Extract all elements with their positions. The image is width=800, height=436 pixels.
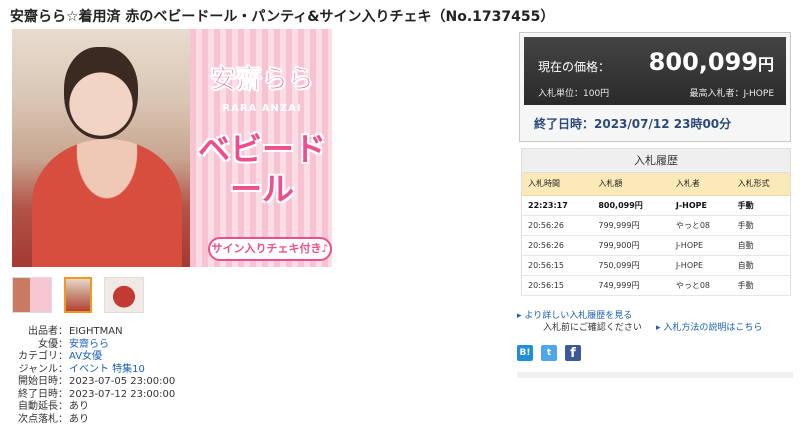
bidder: やっと08	[669, 275, 732, 296]
hero-romaji: RARA ANZAI	[222, 103, 302, 114]
column-header: 入札時間	[522, 173, 593, 196]
page-title: 安齋らら☆着用済 赤のベビードール・パンティ&サイン入りチェキ（No.17374…	[10, 9, 555, 25]
bid-history-table: 入札時間 入札額 入札者 入札形式 22:23:17 800,099円 J-HO…	[522, 173, 790, 296]
bid-time: 20:56:15	[522, 275, 593, 296]
info-row-category: カテゴリ： AV女優	[16, 351, 175, 364]
price-amount: 800,099	[648, 48, 758, 76]
info-row-start: 開始日時： 2023-07-05 23:00:00	[16, 376, 175, 389]
bid-time: 20:56:26	[522, 235, 593, 256]
twitter-icon[interactable]: t	[541, 345, 557, 361]
info-row-seller: 出品者： EIGHTMAN	[16, 326, 175, 339]
price-box: 現在の価格： 800,099円 入札単位：100円 最高入札者：J-HOPE 終…	[519, 32, 791, 142]
bid-amount: 749,999円	[592, 275, 670, 296]
top-bidder: 最高入札者：J-HOPE	[689, 89, 774, 99]
category-link[interactable]: AV女優	[68, 351, 102, 364]
info-label: ジャンル：	[18, 363, 69, 375]
how-to-bid-label: 入札方法の説明はこちら	[663, 323, 763, 333]
bid-increment: 入札単位：100円	[538, 89, 610, 99]
bid-type: 自動	[731, 235, 790, 256]
info-value: 2023-07-12 23:00:00	[69, 388, 176, 400]
table-row: 20:56:26 799,999円 やっと08 手動	[522, 215, 790, 236]
table-header-row: 入札時間 入札額 入札者 入札形式	[522, 173, 790, 196]
bid-type: 手動	[731, 215, 790, 236]
genre-link[interactable]: イベント 特集10	[68, 364, 145, 377]
bid-history-title: 入札履歴	[522, 149, 790, 173]
info-value: あり	[69, 413, 89, 425]
facebook-icon[interactable]: f	[565, 345, 581, 361]
info-row-auto-extend: 自動延長： あり	[16, 401, 175, 414]
price-header: 現在の価格： 800,099円 入札単位：100円 最高入札者：J-HOPE	[524, 37, 786, 105]
bid-amount: 750,099円	[592, 255, 670, 276]
bid-amount: 800,099円	[592, 195, 670, 216]
info-row-actress: 女優： 安齋らら	[16, 339, 175, 352]
info-label: カテゴリ：	[18, 351, 68, 362]
bid-time: 22:23:17	[522, 195, 593, 216]
hero-name: 安齋らら	[209, 65, 315, 96]
bid-type: 手動	[731, 275, 790, 296]
column-header: 入札額	[592, 173, 670, 196]
current-price-label: 現在の価格：	[538, 60, 611, 74]
info-value: あり	[69, 401, 89, 412]
bid-time: 20:56:26	[522, 215, 593, 236]
bid-amount: 799,999円	[592, 215, 670, 236]
chevron-right-icon: ▸	[517, 311, 522, 321]
actress-link[interactable]: 安齋らら	[68, 339, 109, 352]
bid-history: 入札履歴 入札時間 入札額 入札者 入札形式 22:23:17 800,099円…	[521, 148, 791, 296]
current-price: 800,099円	[649, 48, 774, 76]
table-row: 20:56:26 799,900円 J-HOPE 自動	[522, 235, 790, 256]
info-row-second-chance: 次点落札： あり	[16, 414, 175, 427]
info-label: 出品者：	[28, 326, 68, 337]
info-label: 開始日時：	[18, 376, 68, 387]
column-header: 入札者	[669, 173, 732, 196]
info-value: EIGHTMAN	[69, 326, 123, 337]
item-info: 出品者： EIGHTMAN 女優： 安齋らら カテゴリ： AV女優 ジャンル： …	[16, 326, 175, 426]
info-label: 女優：	[38, 338, 68, 350]
model-head	[64, 47, 138, 139]
hatena-bookmark-icon[interactable]: B!	[517, 345, 533, 361]
column-header: 入札形式	[731, 173, 790, 196]
end-time: 終了日時：2023/07/12 23時00分	[534, 117, 732, 131]
table-row: 20:56:15 749,999円 やっと08 手動	[522, 275, 790, 296]
info-label: 自動延長：	[18, 401, 68, 412]
info-label: 次点落札：	[18, 413, 68, 425]
bid-type: 自動	[731, 255, 790, 276]
info-row-genre: ジャンル： イベント 特集10	[16, 364, 175, 377]
hero-babydoll: ベビードール	[198, 130, 327, 208]
bidder: やっと08	[669, 215, 732, 236]
section-divider	[517, 372, 793, 378]
product-main-image[interactable]: 安齋らら RARA ANZAI ベビードール サイン入りチェキ付き♪	[12, 29, 332, 267]
confirm-before-bidding: 入札前にご確認ください	[543, 323, 642, 333]
bidder: J-HOPE	[669, 235, 732, 256]
thumbnail-2[interactable]	[64, 277, 92, 313]
share-buttons: B! t f	[517, 345, 581, 361]
info-label: 終了日時：	[18, 388, 68, 400]
info-value: 2023-07-05 23:00:00	[69, 376, 176, 387]
bidder: J-HOPE	[669, 195, 732, 216]
info-row-end: 終了日時： 2023-07-12 23:00:00	[16, 389, 175, 402]
table-row: 20:56:15 750,099円 J-HOPE 自動	[522, 255, 790, 276]
bid-type: 手動	[731, 195, 790, 216]
price-yen: 円	[757, 55, 774, 74]
model-body	[32, 139, 182, 267]
thumbnail-3[interactable]	[104, 277, 144, 313]
chevron-right-icon: ▸	[656, 323, 661, 333]
how-to-bid-link[interactable]: ▸ 入札方法の説明はこちら	[656, 320, 762, 333]
bid-time: 20:56:15	[522, 255, 593, 276]
bidder: J-HOPE	[669, 255, 732, 276]
hero-sign-badge: サイン入りチェキ付き♪	[208, 237, 332, 261]
thumbnail-strip	[12, 277, 144, 313]
table-row: 22:23:17 800,099円 J-HOPE 手動	[522, 195, 790, 216]
bid-amount: 799,900円	[592, 235, 670, 256]
thumbnail-1[interactable]	[12, 277, 52, 313]
